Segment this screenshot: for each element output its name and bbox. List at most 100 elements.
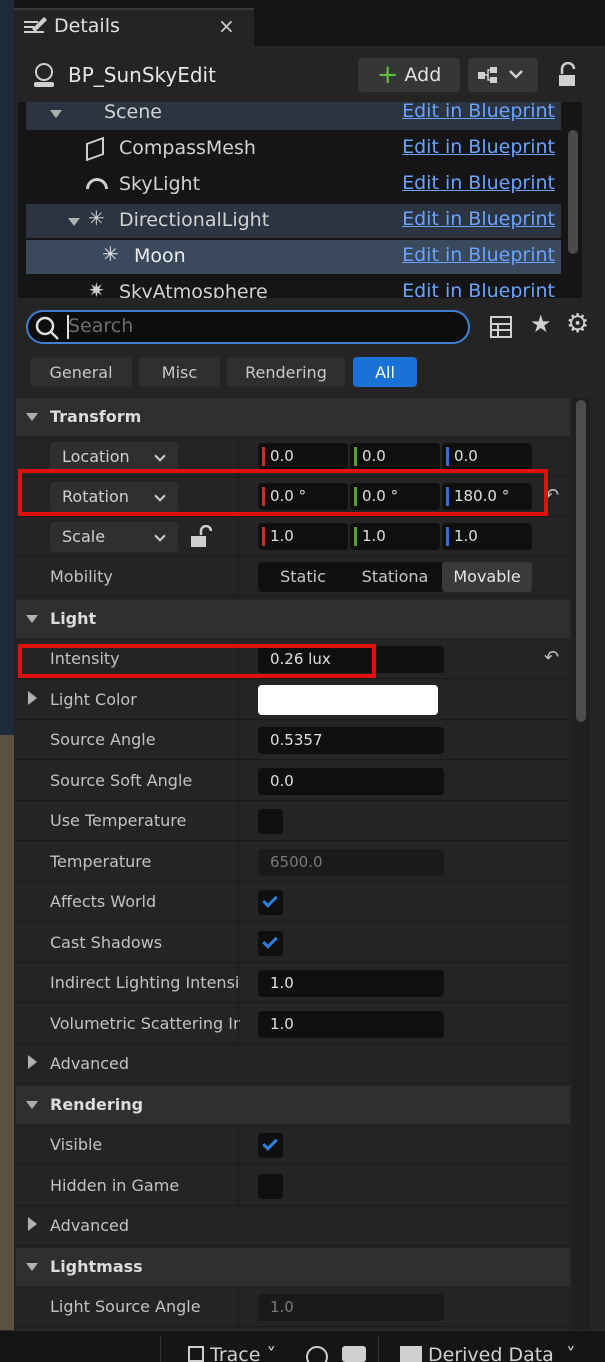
scale-z-field[interactable]: 1.0 <box>442 523 532 550</box>
camera-icon[interactable] <box>342 1346 366 1362</box>
edit-in-blueprint-link[interactable]: Edit in Blueprint <box>402 172 555 194</box>
chevron-down-icon[interactable]: ˅ <box>566 1344 576 1362</box>
record-icon[interactable] <box>306 1346 328 1362</box>
expand-arrow-icon[interactable] <box>68 218 80 226</box>
light-source-angle-field[interactable]: 1.0 <box>258 1294 444 1321</box>
location-x-field[interactable]: 0.0 <box>258 443 348 470</box>
property-label: Affects World <box>50 892 157 911</box>
lock-icon[interactable] <box>556 62 580 88</box>
column-divider <box>238 1166 239 1205</box>
column-divider <box>238 1287 239 1326</box>
source-angle-field[interactable]: 0.5357 <box>258 727 444 754</box>
scale-y-field[interactable]: 1.0 <box>350 523 440 550</box>
property-row-visible: Visible <box>16 1125 570 1165</box>
filter-rendering[interactable]: Rendering <box>227 357 345 387</box>
tree-item-label: Moon <box>134 245 186 267</box>
collapse-arrow-icon[interactable] <box>26 615 38 623</box>
expand-arrow-icon[interactable] <box>50 110 62 118</box>
property-label: Source Soft Angle <box>50 771 193 790</box>
hidden-in-game-checkbox[interactable] <box>258 1174 283 1199</box>
scale-mode-dropdown[interactable]: Scale <box>50 522 178 552</box>
property-row-volumetric-scattering: Volumetric Scattering In... 1.0 <box>16 1004 570 1044</box>
tree-item-directionallight[interactable]: ✳ DirectionalLight Edit in Blueprint <box>26 204 561 238</box>
source-soft-angle-field[interactable]: 0.0 <box>258 768 444 795</box>
tree-item-skyatmosphere[interactable]: ✷ SkyAtmosphere Edit in Blueprint <box>26 276 561 298</box>
blueprint-options-button[interactable] <box>468 58 538 92</box>
favorites-star-icon[interactable]: ★ <box>530 310 552 338</box>
edit-in-blueprint-link[interactable]: Edit in Blueprint <box>402 280 555 298</box>
tree-item-compassmesh[interactable]: CompassMesh Edit in Blueprint <box>26 132 561 166</box>
property-row-rendering-advanced[interactable]: Advanced <box>16 1206 570 1246</box>
checkmark-icon <box>262 933 278 949</box>
location-z-field[interactable]: 0.0 <box>442 443 532 470</box>
location-y-field[interactable]: 0.0 <box>350 443 440 470</box>
close-icon[interactable]: × <box>218 14 235 38</box>
cast-shadows-checkbox[interactable] <box>258 931 283 956</box>
add-component-button[interactable]: + Add <box>358 58 460 92</box>
mobility-selector[interactable]: Static Stationa Movable <box>258 562 532 592</box>
tree-scrollbar[interactable] <box>568 130 578 254</box>
checkmark-icon <box>262 892 278 908</box>
affects-world-checkbox[interactable] <box>258 890 283 915</box>
collapse-arrow-icon[interactable] <box>26 413 38 421</box>
status-divider <box>378 1336 379 1362</box>
field-value: 0.0 <box>454 447 478 465</box>
static-mesh-icon <box>86 136 104 162</box>
section-lightmass[interactable]: Lightmass <box>16 1248 570 1286</box>
edit-in-blueprint-link[interactable]: Edit in Blueprint <box>402 136 555 158</box>
expand-arrow-icon[interactable] <box>28 1055 37 1069</box>
edit-in-blueprint-link[interactable]: Edit in Blueprint <box>402 102 555 122</box>
tree-item-scene[interactable]: Scene Edit in Blueprint <box>26 102 561 130</box>
filter-all[interactable]: All <box>353 357 417 387</box>
use-temperature-checkbox[interactable] <box>258 809 283 834</box>
unlock-icon[interactable] <box>190 525 212 549</box>
section-transform[interactable]: Transform <box>16 398 570 436</box>
details-scrollbar-thumb[interactable] <box>576 400 586 722</box>
viewport-ground <box>0 735 14 1330</box>
property-row-light-advanced[interactable]: Advanced <box>16 1044 570 1084</box>
edit-in-blueprint-link[interactable]: Edit in Blueprint <box>402 244 555 266</box>
trace-button[interactable]: Trace ˅ <box>210 1344 276 1362</box>
volumetric-scattering-field[interactable]: 1.0 <box>258 1011 444 1038</box>
rotation-highlight-box <box>18 469 548 516</box>
tree-item-skylight[interactable]: SkyLight Edit in Blueprint <box>26 168 561 202</box>
gear-icon[interactable]: ⚙ <box>566 309 589 339</box>
light-color-swatch[interactable] <box>258 685 438 715</box>
property-label: Advanced <box>50 1216 130 1235</box>
column-divider <box>238 761 239 800</box>
section-rendering[interactable]: Rendering <box>16 1086 570 1124</box>
section-light[interactable]: Light <box>16 600 570 638</box>
reset-to-default-icon[interactable]: ↶ <box>544 647 559 668</box>
mobility-movable[interactable]: Movable <box>442 562 532 592</box>
add-label: Add <box>404 64 442 86</box>
collapse-arrow-icon[interactable] <box>26 1101 38 1109</box>
z-axis-marker <box>446 527 449 546</box>
indirect-lighting-field[interactable]: 1.0 <box>258 970 444 997</box>
mobility-static[interactable]: Static <box>258 562 348 592</box>
section-label: Lightmass <box>50 1257 143 1276</box>
tree-item-moon[interactable]: ✳ Moon Edit in Blueprint <box>26 240 561 274</box>
property-label: Visible <box>50 1135 103 1154</box>
property-row-affects-world: Affects World <box>16 882 570 922</box>
component-tree[interactable]: Scene Edit in Blueprint CompassMesh Edit… <box>18 102 582 298</box>
filter-misc[interactable]: Misc <box>139 357 220 387</box>
collapse-arrow-icon[interactable] <box>26 1263 38 1271</box>
temperature-field[interactable]: 6500.0 <box>258 849 444 876</box>
expand-arrow-icon[interactable] <box>28 1217 37 1231</box>
location-mode-dropdown[interactable]: Location <box>50 442 178 472</box>
section-label: Light <box>50 609 97 628</box>
filter-general[interactable]: General <box>30 357 132 387</box>
actor-name: BP_SunSkyEdit <box>68 63 216 87</box>
mobility-stationary[interactable]: Stationa <box>350 562 440 592</box>
derived-data-button[interactable]: Derived Data <box>428 1344 554 1362</box>
property-row-source-soft-angle: Source Soft Angle 0.0 <box>16 761 570 801</box>
property-row-temperature: Temperature 6500.0 <box>16 842 570 882</box>
expand-arrow-icon[interactable] <box>28 691 37 705</box>
table-view-icon[interactable] <box>490 316 512 338</box>
edit-in-blueprint-link[interactable]: Edit in Blueprint <box>402 208 555 230</box>
derived-data-label: Derived Data <box>428 1344 554 1362</box>
field-value: 0.0 <box>270 447 294 465</box>
visible-checkbox[interactable] <box>258 1133 283 1158</box>
search-placeholder: Search <box>68 315 134 337</box>
scale-x-field[interactable]: 1.0 <box>258 523 348 550</box>
